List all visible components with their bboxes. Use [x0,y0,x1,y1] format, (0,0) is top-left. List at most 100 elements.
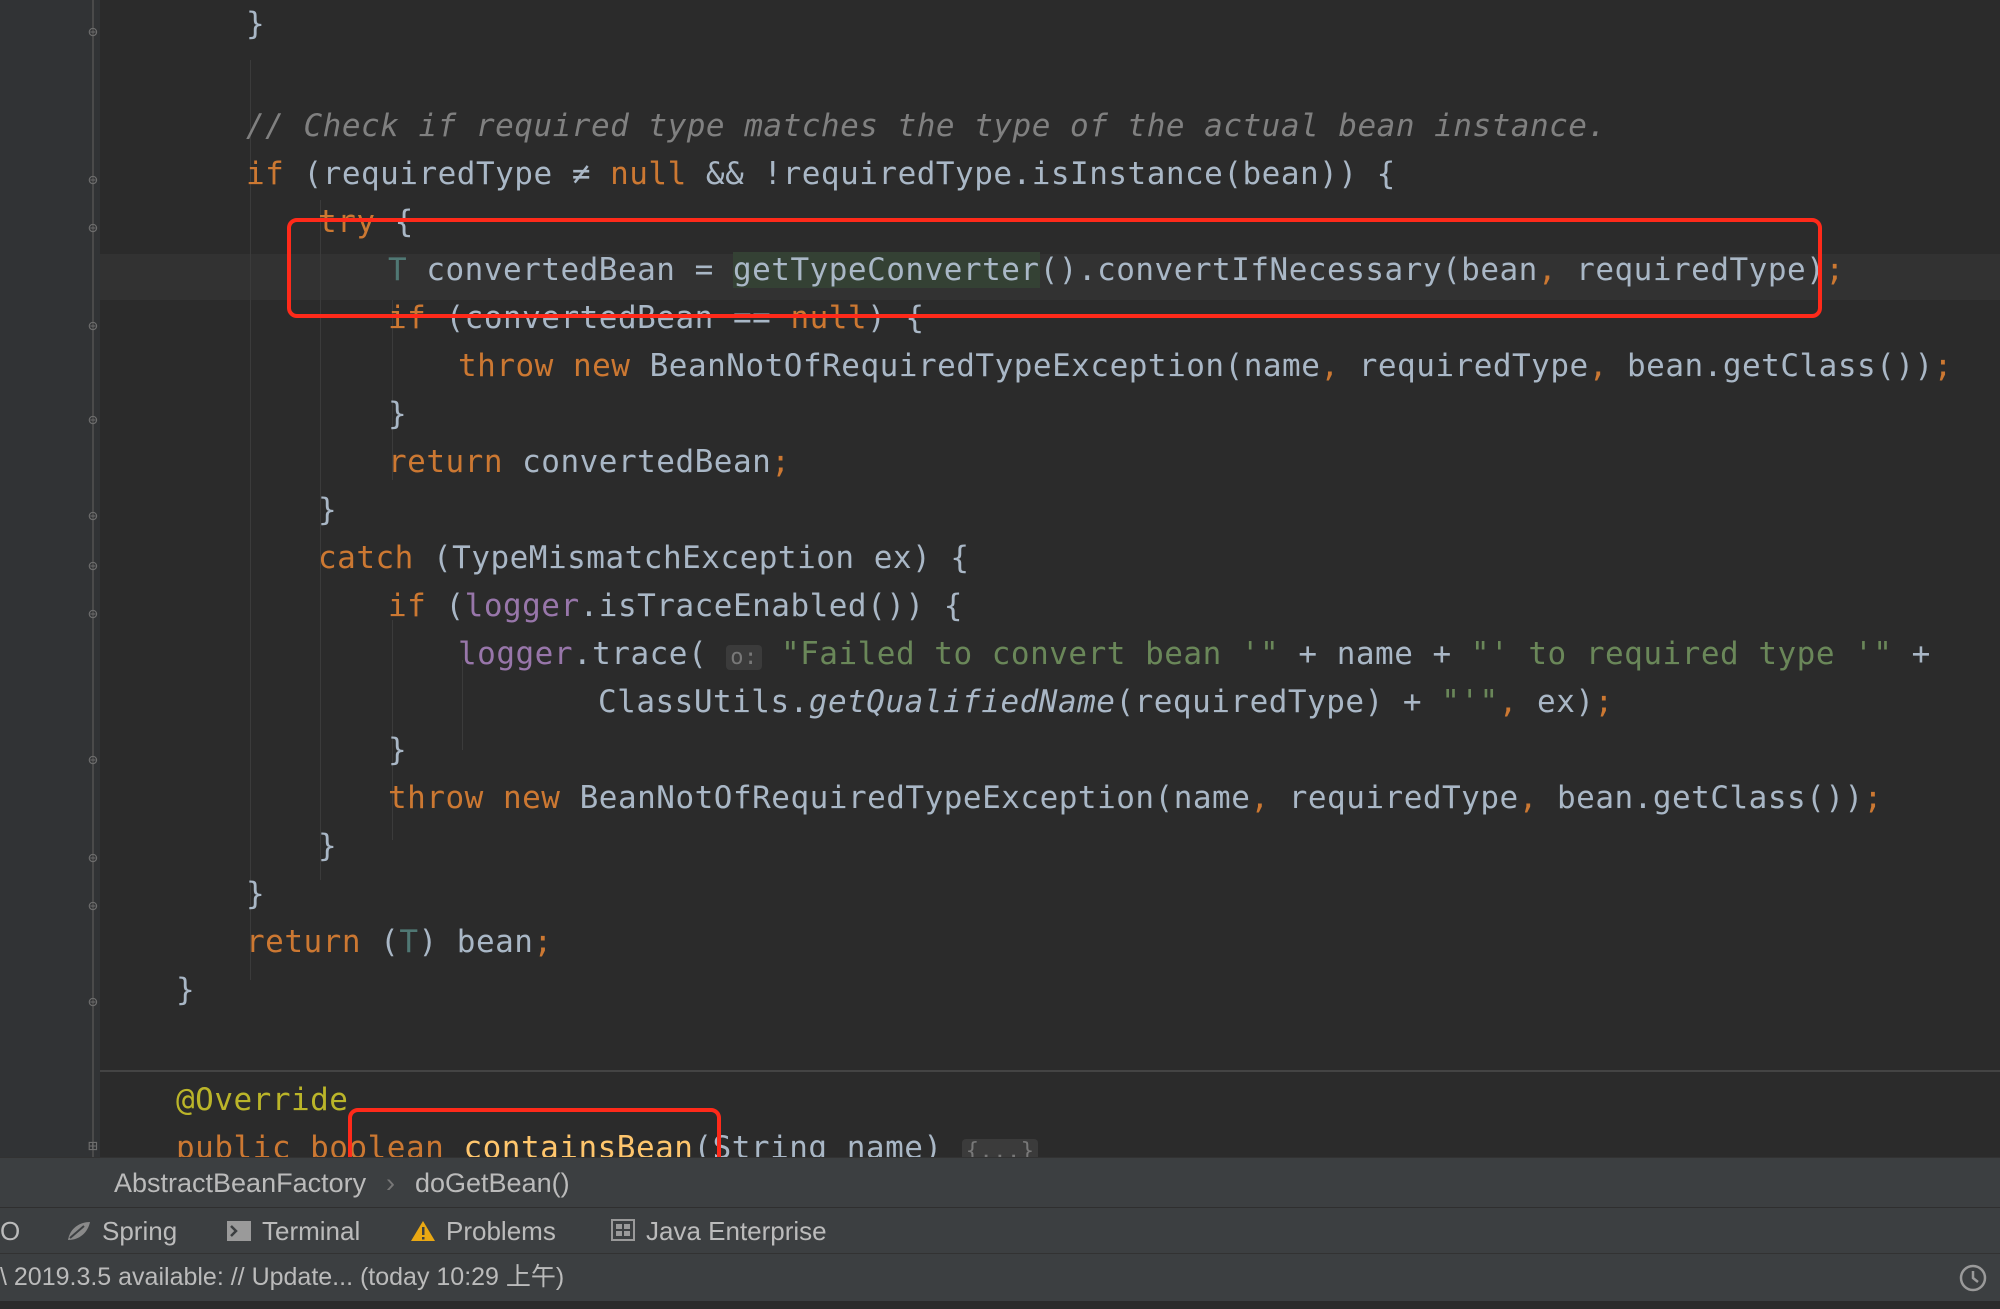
update-notification[interactable]: \ 2019.3.5 available: // Update... (toda… [0,1254,564,1301]
code-line[interactable]: return convertedBean; [388,442,790,482]
terminal-icon [226,1210,252,1256]
tool-window-label: O [0,1216,21,1246]
code-line[interactable]: } [246,4,265,44]
code-token: requiredType [1269,780,1519,816]
code-line[interactable]: // Check if required type matches the ty… [246,106,1607,146]
code-token: return [246,924,361,960]
code-line[interactable]: catch (TypeMismatchException ex) { [318,538,970,578]
code-token: ; [1933,348,1953,384]
code-token: ; [771,444,791,480]
fold-marker-icon[interactable]: ⊖ [84,170,102,190]
fold-marker-icon[interactable]: ⊖ [84,410,102,430]
code-token: .isTraceEnabled()) { [579,588,963,624]
indent-guide [250,60,251,980]
breadcrumb-separator: › [386,1168,395,1198]
breadcrumb-method[interactable]: doGetBean() [415,1158,570,1208]
code-token: ; [1863,780,1883,816]
code-token: } [176,972,196,1008]
highlight-box-doGetBean [348,1108,721,1157]
code-line[interactable]: logger.trace( o: "Failed to convert bean… [458,634,1931,678]
code-line[interactable]: } [246,874,265,914]
code-line[interactable]: } [318,826,337,866]
fold-marker-icon[interactable]: ⊖ [84,750,102,770]
code-token: ex) [1517,684,1595,720]
java-enterprise-icon [610,1210,636,1256]
code-token: "'" [1441,684,1499,720]
code-token: getQualifiedName [808,684,1116,720]
fold-marker-icon[interactable]: ⊖ [84,556,102,576]
code-token: null [610,156,687,192]
tool-window-spring[interactable]: Spring [66,1208,177,1256]
code-token: .trace( [572,636,727,672]
code-line[interactable]: return (T) bean; [246,922,553,962]
code-token: } [388,396,408,432]
code-token: if [388,588,427,624]
code-line[interactable]: throw new BeanNotOfRequiredTypeException… [388,778,1883,818]
tool-window-label: Terminal [262,1216,361,1246]
fold-marker-icon[interactable]: ⊖ [84,992,102,1012]
tool-window-todo[interactable]: O [0,1208,20,1254]
tool-window-label: Problems [446,1216,556,1246]
code-editor[interactable]: ⊖ ⊖ ⊖ ⊖ ⊖ ⊖ ⊖ ⊖ ⊖ ⊖ ⊖ ⊖ ⊞ } // Check if r… [0,0,2000,1157]
code-token: + [1892,636,1931,672]
code-line[interactable]: @Override [176,1080,348,1120]
code-token: catch [318,540,414,576]
breadcrumb-class[interactable]: AbstractBeanFactory [114,1158,366,1208]
code-token: && !requiredType.isInstance(bean)) { [686,156,1396,192]
code-token: ; [1594,684,1614,720]
clock-icon[interactable] [1958,1262,1988,1309]
code-token: ClassUtils. [598,684,809,720]
code-token: ( [360,924,400,960]
fold-marker-icon[interactable]: ⊖ [84,848,102,868]
fold-marker-icon[interactable]: ⊖ [84,316,102,336]
status-bar: \ 2019.3.5 available: // Update... (toda… [0,1253,2000,1301]
code-token: "' to required type '" [1470,636,1893,672]
fold-marker-icon[interactable]: ⊖ [84,506,102,526]
code-token: throw new [388,780,561,816]
code-token: } [388,732,408,768]
tool-window-label: Java Enterprise [646,1216,827,1246]
tool-window-problems[interactable]: Problems [410,1208,556,1256]
fold-marker-icon[interactable]: ⊖ [84,22,102,42]
code-token: requiredType [1339,348,1589,384]
code-line[interactable]: } [388,730,407,770]
fold-marker-icon[interactable]: ⊖ [84,218,102,238]
code-token: if [246,156,285,192]
code-token: , [1588,348,1608,384]
code-token: ; [533,924,553,960]
code-token: o: [726,645,762,670]
code-token: , [1320,348,1340,384]
code-token: // Check if required type matches the ty… [246,108,1607,144]
code-line[interactable]: if (logger.isTraceEnabled()) { [388,586,963,626]
code-line[interactable]: } [318,490,337,530]
code-token: + name + [1279,636,1471,672]
fold-marker-icon[interactable]: ⊖ [84,604,102,624]
code-token: ( [426,588,465,624]
tool-window-java-enterprise[interactable]: Java Enterprise [610,1208,827,1256]
code-line[interactable]: } [176,970,195,1010]
code-token: T [399,924,419,960]
tool-window-terminal[interactable]: Terminal [226,1208,360,1256]
code-line[interactable]: throw new BeanNotOfRequiredTypeException… [458,346,1953,386]
code-line[interactable]: if (requiredType ≠ null && !requiredType… [246,154,1396,194]
code-token: BeanNotOfRequiredTypeException(name [630,348,1321,384]
expand-marker-icon[interactable]: ⊞ [84,1136,102,1156]
code-token: } [318,828,338,864]
code-token: @Override [176,1082,349,1118]
code-token: } [318,492,338,528]
code-token: logger [458,636,573,672]
code-token: convertedBean [502,444,772,480]
code-token: , [1250,780,1270,816]
code-line[interactable]: ClassUtils.getQualifiedName(requiredType… [598,682,1614,722]
tool-window-bar: O Spring Terminal Problems Java Enterpri… [0,1207,2000,1254]
fold-marker-icon[interactable]: ⊖ [84,896,102,916]
code-token: (requiredType ≠ [284,156,611,192]
code-token: ; [1825,252,1845,288]
method-separator [100,1070,2000,1072]
code-token: ) bean [418,924,534,960]
code-line[interactable]: } [388,394,407,434]
tool-window-label: Spring [102,1216,178,1246]
spring-leaf-icon [66,1210,92,1256]
code-token: , [1518,780,1538,816]
